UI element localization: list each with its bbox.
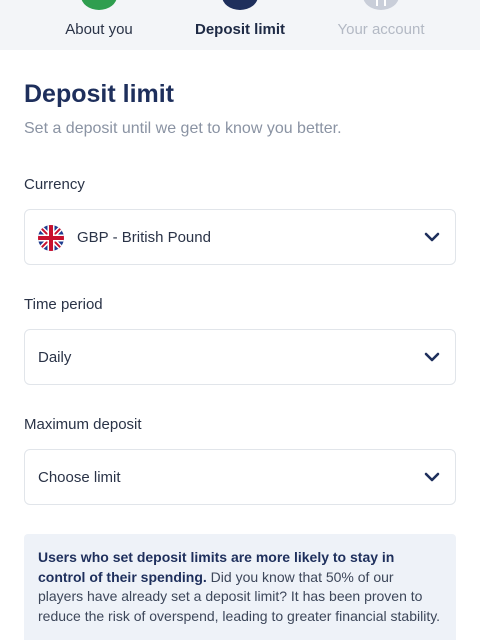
step-label: Deposit limit (194, 21, 285, 38)
time-period-select[interactable]: Daily (24, 329, 456, 385)
max-deposit-select[interactable]: Choose limit (24, 449, 456, 505)
deposit-limit-info-box: Users who set deposit limits are more li… (24, 534, 456, 640)
step-label: About you (65, 21, 133, 38)
step-about-you: About you (19, 0, 179, 50)
step-active-icon (222, 0, 258, 10)
currency-value: GBP - British Pound (77, 229, 211, 246)
time-period-label: Time period (24, 296, 103, 313)
max-deposit-placeholder: Choose limit (38, 469, 121, 486)
step-your-account: Your account (301, 0, 461, 50)
progress-stepper: About you Deposit limit Your account (0, 0, 480, 50)
currency-label: Currency (24, 176, 85, 193)
uk-flag-icon (38, 225, 64, 251)
time-period-value: Daily (38, 349, 72, 366)
step-label: Your account (337, 21, 425, 38)
step-upcoming-icon (363, 0, 399, 10)
step-completed-icon (81, 0, 117, 10)
max-deposit-label: Maximum deposit (24, 416, 142, 433)
page-subtitle: Set a deposit until we get to know you b… (24, 120, 342, 137)
chevron-down-icon (424, 472, 440, 482)
chevron-down-icon (424, 352, 440, 362)
step-deposit-limit: Deposit limit (160, 0, 320, 50)
currency-select[interactable]: GBP - British Pound (24, 209, 456, 265)
chevron-down-icon (424, 232, 440, 242)
page-title: Deposit limit (24, 80, 175, 108)
